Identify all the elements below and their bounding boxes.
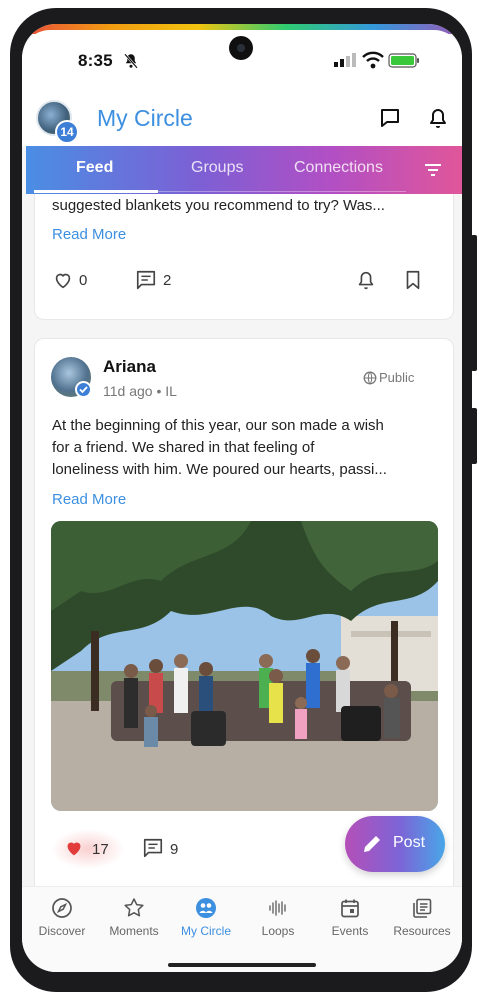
battery-icon: [388, 53, 419, 68]
star-icon: [124, 898, 144, 917]
nav-label: Loops: [261, 924, 295, 938]
tab-track: [158, 191, 406, 192]
bell-icon[interactable]: [355, 269, 377, 291]
nav-my-circle[interactable]: My Circle: [170, 897, 242, 938]
calendar-icon: [341, 899, 359, 918]
nav-label: Discover: [38, 924, 86, 938]
wifi-icon: [362, 51, 384, 69]
nav-label: Resources: [393, 924, 451, 938]
nav-moments[interactable]: Moments: [98, 897, 170, 938]
pencil-icon: [364, 836, 380, 852]
waveform-icon: [269, 900, 286, 916]
nav-loops[interactable]: Loops: [242, 897, 314, 938]
tab-groups[interactable]: Groups: [191, 159, 243, 177]
feed-tabs: Feed Groups Connections: [26, 146, 462, 194]
status-time: 8:35: [78, 51, 113, 70]
post-body-line: loneliness with him. We poured our heart…: [52, 461, 387, 478]
post-body-text: suggested blankets you recommend to try?…: [52, 197, 385, 214]
nav-label: Events: [331, 924, 369, 938]
power-button: [471, 408, 477, 464]
app-screen: 8:35 14 My Circle suggested blankets you…: [22, 24, 462, 972]
circle-icon: [196, 898, 216, 918]
comment-count: 9: [170, 841, 179, 858]
author-name[interactable]: Ariana: [103, 357, 156, 377]
like-count: 0: [79, 272, 88, 289]
front-camera: [229, 36, 253, 60]
read-more-link[interactable]: Read More: [52, 491, 126, 508]
nav-resources[interactable]: Resources: [386, 897, 458, 938]
bottom-nav: Discover Moments My Circle Loops Events …: [22, 886, 462, 972]
active-tab-indicator: [34, 190, 158, 193]
post-meta: 11d ago • IL: [103, 383, 177, 399]
nav-events[interactable]: Events: [314, 897, 386, 938]
filter-icon[interactable]: [422, 159, 444, 181]
feed-post-card: Ariana 11d ago • IL Public At the beginn…: [34, 338, 454, 898]
comment-icon[interactable]: [135, 269, 157, 291]
chat-icon[interactable]: [378, 106, 402, 130]
comment-count: 2: [163, 272, 172, 289]
bookmark-icon[interactable]: [402, 269, 424, 291]
heart-filled-icon[interactable]: [63, 837, 85, 859]
visibility-label: Public: [379, 370, 415, 385]
like-count: 17: [92, 841, 109, 858]
feed-post-card: suggested blankets you recommend to try?…: [34, 174, 454, 320]
compass-icon: [52, 898, 72, 918]
globe-icon: [363, 371, 377, 385]
post-photo[interactable]: [51, 521, 438, 811]
post-body-line: for a friend. We shared in that feeling …: [52, 439, 315, 456]
read-more-link[interactable]: Read More: [52, 226, 126, 243]
tab-feed[interactable]: Feed: [76, 159, 113, 177]
comment-icon[interactable]: [142, 837, 164, 859]
post-body-line: At the beginning of this year, our son m…: [52, 417, 384, 434]
new-post-button[interactable]: Post: [345, 816, 445, 872]
nav-label: Moments: [109, 924, 159, 938]
new-post-label: Post: [393, 834, 426, 851]
library-icon: [413, 898, 432, 918]
page-title: My Circle: [97, 105, 193, 131]
nav-discover[interactable]: Discover: [26, 897, 98, 938]
notification-count-badge: 14: [55, 120, 79, 144]
bell-icon[interactable]: [426, 106, 450, 130]
heart-icon[interactable]: [52, 269, 74, 291]
signal-icon: [334, 53, 356, 67]
volume-button: [471, 235, 477, 371]
home-indicator[interactable]: [168, 963, 316, 967]
nav-label: My Circle: [181, 924, 231, 938]
bell-muted-icon: [124, 53, 138, 69]
verified-icon: [75, 381, 92, 398]
tab-connections[interactable]: Connections: [294, 159, 383, 177]
